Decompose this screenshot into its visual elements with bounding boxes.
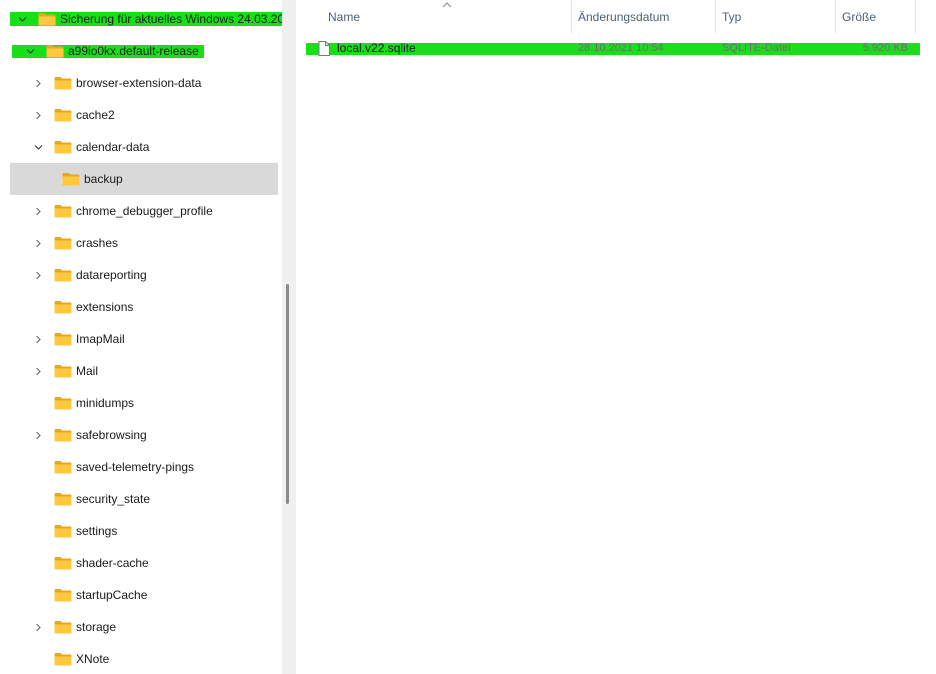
content-pane: Name Änderungsdatum Typ Größe local.v22.…: [296, 0, 936, 674]
chevron-right-icon[interactable]: [30, 363, 46, 379]
tree-item[interactable]: minidumps: [0, 387, 282, 419]
folder-icon: [54, 140, 72, 154]
chevron-right-icon[interactable]: [30, 619, 46, 635]
tree-item-label: a99io0kx.default-release: [68, 44, 199, 58]
file-size: 5.920 KB: [862, 42, 908, 54]
tree-item[interactable]: security_state: [0, 483, 282, 515]
tree-item[interactable]: crashes: [0, 227, 282, 259]
tree-item-label: safebrowsing: [76, 428, 147, 442]
column-header-type[interactable]: Typ: [716, 0, 836, 34]
chevron-right-icon[interactable]: [30, 267, 46, 283]
column-header-name[interactable]: Name: [322, 0, 572, 34]
tree-item[interactable]: browser-extension-data: [0, 67, 282, 99]
tree-item[interactable]: storage: [0, 611, 282, 643]
tree-item[interactable]: a99io0kx.default-release: [0, 35, 282, 67]
folder-icon: [46, 44, 64, 58]
folder-icon: [54, 268, 72, 282]
column-header-name-label: Name: [328, 10, 361, 24]
tree-item[interactable]: startupCache: [0, 579, 282, 611]
folder-icon: [54, 108, 72, 122]
folder-icon: [38, 12, 56, 26]
chevron-right-icon[interactable]: [30, 331, 46, 347]
tree-item[interactable]: datareporting: [0, 259, 282, 291]
tree-item[interactable]: Mail: [0, 355, 282, 387]
tree-item[interactable]: Sicherung für aktuelles Windows 24.03.20…: [0, 3, 282, 35]
folder-icon: [54, 76, 72, 90]
tree-item-label: Mail: [76, 364, 99, 378]
tree-item-label: shader-cache: [76, 556, 149, 570]
chevron-right-icon[interactable]: [30, 75, 46, 91]
tree-item-label: security_state: [76, 492, 151, 506]
tree-item-label: startupCache: [76, 588, 148, 602]
pane-divider[interactable]: [282, 0, 296, 674]
tree-item-label: browser-extension-data: [76, 76, 202, 90]
file-date: 28.10.2021 10:54: [578, 42, 664, 54]
tree-item-label: minidumps: [76, 396, 135, 410]
tree-item-label: Sicherung für aktuelles Windows 24.03.20…: [60, 12, 282, 26]
tree-item-label: backup: [84, 172, 123, 186]
tree-item[interactable]: extensions: [0, 291, 282, 323]
tree-item-label: calendar-data: [76, 140, 150, 154]
navigation-scrollbar[interactable]: [286, 284, 289, 504]
tree-item[interactable]: XNote: [0, 643, 282, 674]
folder-icon: [54, 300, 72, 314]
tree-item[interactable]: backup: [10, 163, 278, 195]
tree-item-label: crashes: [76, 236, 119, 250]
file-row[interactable]: local.v22.sqlite 28.10.2021 10:54 SQLITE…: [306, 36, 920, 60]
tree-item-label: chrome_debugger_profile: [76, 204, 213, 218]
folder-icon: [54, 204, 72, 218]
folder-icon: [54, 364, 72, 378]
column-header-date[interactable]: Änderungsdatum: [572, 0, 716, 34]
file-icon: [318, 40, 330, 56]
folder-icon: [54, 492, 72, 506]
column-header-size[interactable]: Größe: [836, 0, 916, 34]
column-header-size-label: Größe: [842, 10, 877, 24]
chevron-right-icon[interactable]: [30, 235, 46, 251]
tree-item-label: datareporting: [76, 268, 147, 282]
file-name: local.v22.sqlite: [337, 41, 416, 55]
tree-item[interactable]: settings: [0, 515, 282, 547]
tree-item[interactable]: cache2: [0, 99, 282, 131]
folder-icon: [54, 332, 72, 346]
tree-item-label: cache2: [76, 108, 115, 122]
column-header-type-label: Typ: [722, 10, 742, 24]
tree-item[interactable]: saved-telemetry-pings: [0, 451, 282, 483]
folder-icon: [62, 172, 80, 186]
folder-icon: [54, 620, 72, 634]
file-explorer-window: Sicherung für aktuelles Windows 24.03.20…: [0, 0, 936, 674]
tree-item-label: settings: [76, 524, 118, 538]
folder-icon: [54, 588, 72, 602]
chevron-right-icon[interactable]: [30, 427, 46, 443]
folder-icon: [54, 556, 72, 570]
tree-item[interactable]: shader-cache: [0, 547, 282, 579]
folder-icon: [54, 652, 72, 666]
chevron-right-icon[interactable]: [30, 203, 46, 219]
navigation-pane[interactable]: Sicherung für aktuelles Windows 24.03.20…: [0, 0, 282, 674]
tree-item[interactable]: ImapMail: [0, 323, 282, 355]
folder-icon: [54, 524, 72, 538]
chevron-right-icon[interactable]: [30, 107, 46, 123]
tree-item-label: ImapMail: [76, 332, 125, 346]
column-header-date-label: Änderungsdatum: [578, 10, 670, 24]
folder-icon: [54, 396, 72, 410]
tree-item[interactable]: chrome_debugger_profile: [0, 195, 282, 227]
tree-item-label: saved-telemetry-pings: [76, 460, 195, 474]
tree-item-label: XNote: [76, 652, 110, 666]
chevron-down-icon[interactable]: [30, 139, 46, 155]
chevron-down-icon[interactable]: [14, 11, 30, 27]
folder-icon: [54, 460, 72, 474]
file-type: SQLITE-Datei: [722, 42, 791, 54]
folder-icon: [54, 236, 72, 250]
tree-item-label: storage: [76, 620, 117, 634]
folder-icon: [54, 428, 72, 442]
file-name-cell: local.v22.sqlite: [318, 36, 416, 60]
chevron-down-icon[interactable]: [22, 43, 38, 59]
tree-item[interactable]: safebrowsing: [0, 419, 282, 451]
tree-item-label: extensions: [76, 300, 134, 314]
tree-item[interactable]: calendar-data: [0, 131, 282, 163]
